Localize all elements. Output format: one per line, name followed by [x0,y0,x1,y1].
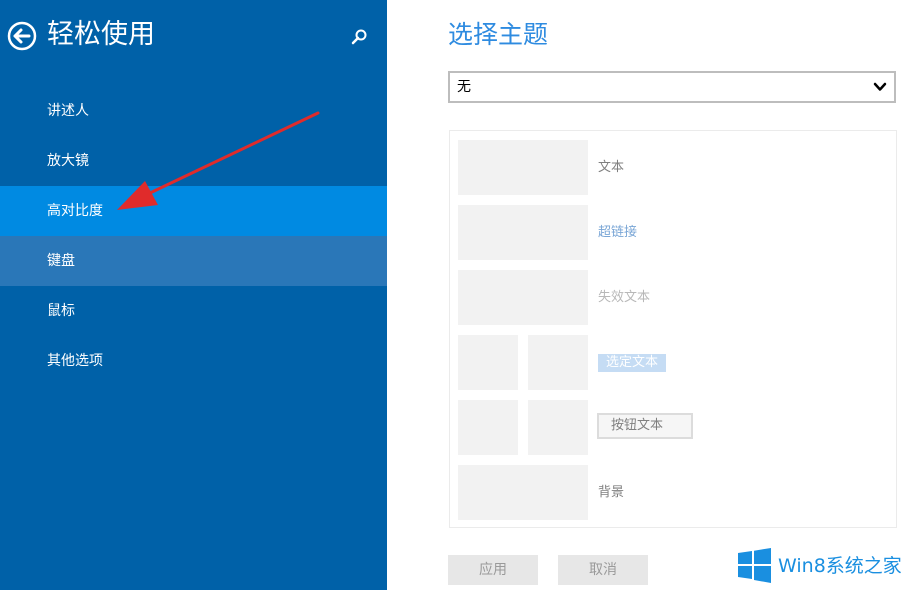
sidebar-item-other-options[interactable]: 其他选项 [0,336,387,386]
search-icon [351,29,367,45]
button-text-foreground-swatch[interactable] [458,400,518,455]
sidebar-item-keyboard[interactable]: 键盘 [0,236,387,286]
windows-logo-icon [738,548,771,583]
sidebar-item-high-contrast[interactable]: 高对比度 [0,186,387,236]
back-button[interactable] [7,21,37,51]
apply-button[interactable]: 应用 [448,555,538,585]
disabled-text-color-swatch[interactable] [458,270,588,325]
preview-selected-text-label: 选定文本 [598,354,667,372]
preview-disabled-text-label: 失效文本 [598,290,651,305]
selected-text-background-swatch[interactable] [528,335,588,390]
theme-select[interactable]: 无 [448,71,896,103]
sidebar-item-magnifier[interactable]: 放大镜 [0,136,387,186]
preview-hyperlink-label: 超链接 [598,225,638,240]
sidebar-item-narrator[interactable]: 讲述人 [0,86,387,136]
preview-text-label: 文本 [598,160,625,175]
text-color-swatch[interactable] [458,140,588,195]
selected-text-foreground-swatch[interactable] [458,335,518,390]
watermark: Win8系统之家 [738,548,901,586]
back-arrow-circle-icon [7,21,37,51]
theme-preview: 文本 超链接 失效文本 选定文本 按钮文本 背景 [449,130,897,528]
sidebar-title: 轻松使用 [47,19,155,50]
theme-select-value: 无 [457,79,471,95]
sidebar-header: 轻松使用 [0,0,387,72]
watermark-text: Win8系统之家 [778,555,901,577]
button-text-background-swatch[interactable] [528,400,588,455]
sidebar: 轻松使用 讲述人 放大镜 高对比度 键盘 鼠标 其他选项 [0,0,387,590]
page-title: 选择主题 [448,20,549,49]
sidebar-item-mouse[interactable]: 鼠标 [0,286,387,336]
preview-button-text-label: 按钮文本 [597,413,693,439]
cancel-button[interactable]: 取消 [558,555,648,585]
search-button[interactable] [349,27,369,47]
preview-background-label: 背景 [598,485,625,500]
chevron-down-icon [873,82,887,91]
hyperlink-color-swatch[interactable] [458,205,588,260]
background-color-swatch[interactable] [458,465,588,520]
sidebar-nav: 讲述人 放大镜 高对比度 键盘 鼠标 其他选项 [0,86,387,386]
